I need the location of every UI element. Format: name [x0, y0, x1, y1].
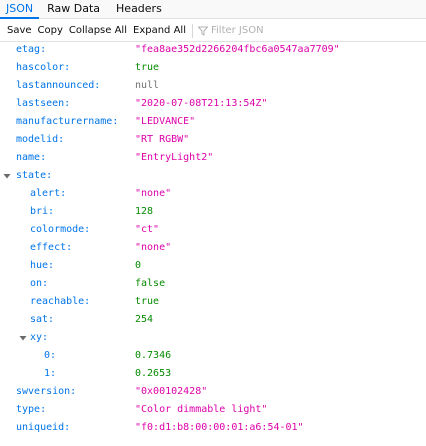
json-key: type:: [16, 404, 47, 415]
json-key: swversion:: [16, 386, 77, 397]
json-row-colormode[interactable]: colormode: "ct": [0, 221, 426, 239]
expand-all-button[interactable]: Expand All: [130, 20, 189, 42]
json-row-effect[interactable]: effect: "none": [0, 239, 426, 257]
json-row-alert[interactable]: alert: "none": [0, 185, 426, 203]
filter-box: [197, 20, 331, 42]
json-key: uniqueid:: [16, 422, 71, 433]
json-row-swversion[interactable]: swversion: "0x00102428": [0, 383, 426, 401]
json-key: state:: [16, 170, 53, 181]
json-row-hascolor[interactable]: hascolor: true: [0, 59, 426, 77]
expand-toggle-icon[interactable]: [3, 167, 11, 185]
json-toolbar: Save Copy Collapse All Expand All: [0, 20, 426, 42]
json-row-hue[interactable]: hue: 0: [0, 257, 426, 275]
json-key: alert:: [30, 188, 67, 199]
json-key: 1:: [44, 368, 57, 379]
json-value: 0: [135, 260, 142, 271]
filter-json-input[interactable]: [210, 25, 331, 36]
json-key: 0:: [44, 350, 57, 361]
json-value: "RT RGBW": [135, 134, 190, 145]
json-row-modelid[interactable]: modelid: "RT RGBW": [0, 131, 426, 149]
json-key: hue:: [30, 260, 55, 271]
json-value: "none": [135, 188, 172, 199]
json-row-lastseen[interactable]: lastseen: "2020-07-08T21:13:54Z": [0, 95, 426, 113]
tab-raw-data[interactable]: Raw Data: [39, 0, 108, 19]
json-row-bri[interactable]: bri: 128: [0, 203, 426, 221]
json-key: etag:: [16, 44, 47, 55]
json-value: true: [135, 62, 160, 73]
tab-bar: JSON Raw Data Headers: [0, 0, 426, 19]
json-row-type[interactable]: type: "Color dimmable light": [0, 401, 426, 419]
json-row-xy-0[interactable]: 0: 0.7346: [0, 347, 426, 365]
json-key: on:: [30, 278, 49, 289]
json-key: manufacturername:: [16, 116, 119, 127]
json-row-on[interactable]: on: false: [0, 275, 426, 293]
json-key: xy:: [30, 332, 49, 343]
json-row-state[interactable]: state:: [0, 167, 426, 185]
toolbar-divider: [191, 23, 193, 38]
json-row-lastannounced[interactable]: lastannounced: null: [0, 77, 426, 95]
json-value: null: [135, 80, 160, 91]
json-row-sat[interactable]: sat: 254: [0, 311, 426, 329]
json-value: "LEDVANCE": [135, 116, 196, 127]
json-row-reachable[interactable]: reachable: true: [0, 293, 426, 311]
json-row-uniqueid[interactable]: uniqueid: "f0:d1:b8:00:00:01:a6:54-01": [0, 419, 426, 437]
json-value: "Color dimmable light": [135, 404, 268, 415]
expand-toggle-icon[interactable]: [19, 329, 27, 347]
json-value: 0.7346: [135, 350, 172, 361]
json-key: name:: [16, 152, 47, 163]
filter-icon: [197, 26, 208, 36]
json-key: lastannounced:: [16, 80, 101, 91]
json-value: 254: [135, 314, 154, 325]
json-key: lastseen:: [16, 98, 71, 109]
json-key: modelid:: [16, 134, 65, 145]
json-key: colormode:: [30, 224, 91, 235]
tab-headers[interactable]: Headers: [108, 0, 170, 19]
collapse-all-button[interactable]: Collapse All: [66, 20, 130, 42]
json-row-xy-1[interactable]: 1: 0.2653: [0, 365, 426, 383]
copy-button[interactable]: Copy: [35, 20, 66, 42]
json-value: true: [135, 296, 160, 307]
json-value: 0.2653: [135, 368, 172, 379]
json-value: "ct": [135, 224, 160, 235]
json-value: "f0:d1:b8:00:00:01:a6:54-01": [135, 422, 304, 433]
json-value: "2020-07-08T21:13:54Z": [135, 98, 268, 109]
tab-json[interactable]: JSON: [0, 0, 39, 19]
json-value: false: [135, 278, 166, 289]
json-value: "EntryLight2": [135, 152, 214, 163]
json-row-manufacturername[interactable]: manufacturername: "LEDVANCE": [0, 113, 426, 131]
json-row-xy[interactable]: xy:: [0, 329, 426, 347]
json-row-etag[interactable]: etag: "fea8ae352d2266204fbc6a0547aa7709": [0, 41, 426, 59]
json-key: effect:: [30, 242, 73, 253]
json-key: bri:: [30, 206, 55, 217]
json-row-name[interactable]: name: "EntryLight2": [0, 149, 426, 167]
json-key: reachable:: [30, 296, 91, 307]
json-value: "fea8ae352d2266204fbc6a0547aa7709": [135, 44, 340, 55]
json-value: "0x00102428": [135, 386, 208, 397]
json-value: 128: [135, 206, 154, 217]
json-key: sat:: [30, 314, 55, 325]
json-key: hascolor:: [16, 62, 71, 73]
save-button[interactable]: Save: [0, 20, 35, 42]
json-value: "none": [135, 242, 172, 253]
